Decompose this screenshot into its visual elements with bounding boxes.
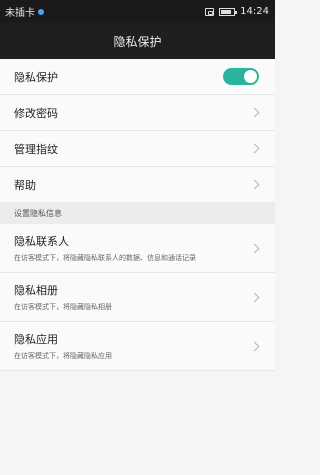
battery-icon (219, 7, 238, 16)
chevron-right-icon (249, 292, 260, 302)
page-title: 隐私保护 (113, 34, 162, 49)
section-header: 设置隐私信息 (0, 202, 275, 224)
toggle-knob (244, 70, 257, 83)
privacy-contacts-row[interactable]: 隐私联系人 在访客模式下，将隐藏隐私联系人的数据、信息和通话记录 (0, 224, 275, 273)
nfc-icon (205, 7, 215, 16)
change-password-label: 修改密码 (14, 106, 58, 120)
status-bar: 未插卡 14:24 (0, 0, 275, 23)
privacy-apps-row[interactable]: 隐私应用 在访客模式下，将隐藏隐私应用 (0, 322, 275, 371)
change-password-row[interactable]: 修改密码 (0, 95, 275, 131)
privacy-apps-description: 在访客模式下，将隐藏隐私应用 (14, 352, 112, 360)
clock: 14:24 (240, 6, 269, 17)
sim-icon (38, 8, 44, 15)
privacy-apps-label: 隐私应用 (14, 333, 58, 346)
manage-fingerprint-label: 管理指纹 (14, 142, 58, 156)
status-bar-right: 14:24 (205, 6, 269, 17)
manage-fingerprint-row[interactable]: 管理指纹 (0, 131, 275, 167)
privacy-contacts-description: 在访客模式下，将隐藏隐私联系人的数据、信息和通话记录 (14, 254, 196, 262)
carrier-label: 未插卡 (5, 8, 35, 19)
privacy-contacts-label: 隐私联系人 (14, 235, 69, 248)
help-label: 帮助 (14, 178, 36, 192)
empty-area (0, 371, 275, 475)
help-row[interactable]: 帮助 (0, 167, 275, 203)
settings-list: 隐私保护 修改密码 管理指纹 帮助 (0, 59, 275, 203)
chevron-right-icon (249, 143, 260, 154)
privacy-protection-row[interactable]: 隐私保护 (0, 59, 275, 95)
chevron-right-icon (249, 107, 260, 118)
privacy-album-description: 在访客模式下，将隐藏隐私相册 (14, 303, 112, 311)
section-header-label: 设置隐私信息 (14, 208, 62, 218)
privacy-items-list: 隐私联系人 在访客模式下，将隐藏隐私联系人的数据、信息和通话记录 隐私相册 在访… (0, 224, 275, 371)
status-bar-left: 未插卡 (5, 4, 44, 19)
privacy-protection-label: 隐私保护 (14, 70, 58, 84)
privacy-protection-toggle[interactable] (223, 68, 259, 85)
chevron-right-icon (249, 341, 260, 351)
title-bar: 隐私保护 (0, 23, 275, 59)
chevron-right-icon (249, 243, 260, 253)
privacy-album-row[interactable]: 隐私相册 在访客模式下，将隐藏隐私相册 (0, 273, 275, 322)
chevron-right-icon (249, 179, 260, 190)
privacy-album-label: 隐私相册 (14, 284, 58, 297)
